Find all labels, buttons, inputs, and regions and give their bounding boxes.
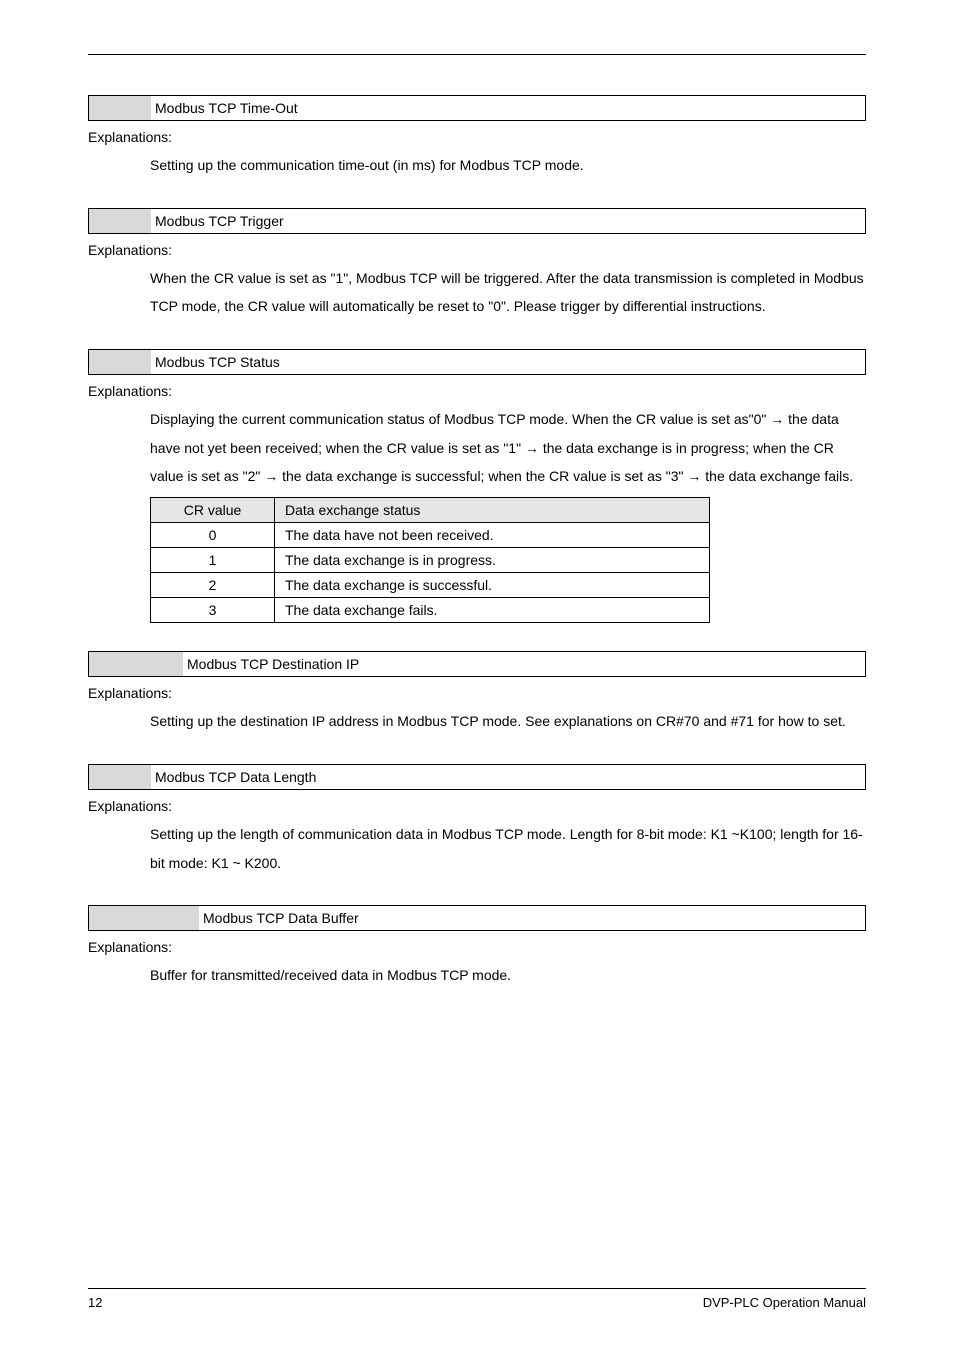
section-title-status: Modbus TCP Status xyxy=(151,350,280,374)
explanations-body-timeout: Setting up the communication time-out (i… xyxy=(150,151,866,180)
explanations-label: Explanations: xyxy=(88,939,866,955)
table-cell-status: The data exchange is successful. xyxy=(275,573,710,598)
table-cell-cr: 3 xyxy=(151,598,275,623)
table-header-status: Data exchange status xyxy=(275,498,710,523)
section-box-datalen: Modbus TCP Data Length xyxy=(88,764,866,790)
explanations-label: Explanations: xyxy=(88,129,866,145)
manual-title: DVP-PLC Operation Manual xyxy=(703,1295,866,1310)
section-box-trigger: Modbus TCP Trigger xyxy=(88,208,866,234)
table-row: 2 The data exchange is successful. xyxy=(151,573,710,598)
section-title-trigger: Modbus TCP Trigger xyxy=(151,209,284,233)
page-footer: 12 DVP-PLC Operation Manual xyxy=(88,1288,866,1310)
table-cell-status: The data exchange is in progress. xyxy=(275,548,710,573)
section-title-databuf: Modbus TCP Data Buffer xyxy=(199,906,359,930)
page: Modbus TCP Time-Out Explanations: Settin… xyxy=(0,0,954,1350)
table-cell-status: The data have not been received. xyxy=(275,523,710,548)
table-cell-cr: 0 xyxy=(151,523,275,548)
table-cell-cr: 1 xyxy=(151,548,275,573)
explanations-body-destip: Setting up the destination IP address in… xyxy=(150,707,866,736)
table-cell-cr: 2 xyxy=(151,573,275,598)
explanations-body-datalen: Setting up the length of communication d… xyxy=(150,820,866,877)
explanations-label: Explanations: xyxy=(88,242,866,258)
explanations-label: Explanations: xyxy=(88,685,866,701)
table-row: 1 The data exchange is in progress. xyxy=(151,548,710,573)
table-row: 0 The data have not been received. xyxy=(151,523,710,548)
section-box-status: Modbus TCP Status xyxy=(88,349,866,375)
section-lead-cell xyxy=(89,906,199,930)
section-lead-cell xyxy=(89,96,151,120)
section-title-timeout: Modbus TCP Time-Out xyxy=(151,96,298,120)
table-header-row: CR value Data exchange status xyxy=(151,498,710,523)
section-lead-cell xyxy=(89,765,151,789)
section-box-databuf: Modbus TCP Data Buffer xyxy=(88,905,866,931)
explanations-body-databuf: Buffer for transmitted/received data in … xyxy=(150,961,866,990)
section-title-datalen: Modbus TCP Data Length xyxy=(151,765,316,789)
section-box-timeout: Modbus TCP Time-Out xyxy=(88,95,866,121)
section-box-destip: Modbus TCP Destination IP xyxy=(88,651,866,677)
section-lead-cell xyxy=(89,350,151,374)
section-lead-cell xyxy=(89,652,183,676)
explanations-label: Explanations: xyxy=(88,383,866,399)
explanations-label: Explanations: xyxy=(88,798,866,814)
table-cell-status: The data exchange fails. xyxy=(275,598,710,623)
explanations-body-trigger: When the CR value is set as "1", Modbus … xyxy=(150,264,866,321)
section-title-destip: Modbus TCP Destination IP xyxy=(183,652,359,676)
page-number: 12 xyxy=(88,1295,102,1310)
table-header-cr: CR value xyxy=(151,498,275,523)
top-rule xyxy=(88,54,866,55)
table-row: 3 The data exchange fails. xyxy=(151,598,710,623)
cr-value-table: CR value Data exchange status 0 The data… xyxy=(150,497,710,623)
section-lead-cell xyxy=(89,209,151,233)
explanations-body-status: Displaying the current communication sta… xyxy=(150,405,866,491)
